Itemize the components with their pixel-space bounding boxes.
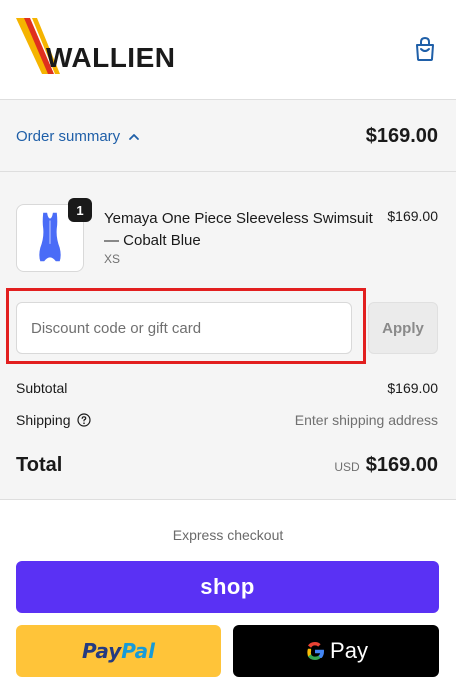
- order-summary-toggle[interactable]: Order summary: [16, 128, 140, 145]
- product-name: Yemaya One Piece Sleeveless Swimsuit — C…: [104, 210, 373, 249]
- quantity-badge: 1: [68, 198, 92, 222]
- brand-logo[interactable]: WALLIEN: [16, 12, 186, 80]
- subtotal-value: $169.00: [387, 380, 438, 396]
- total-label: Total: [16, 454, 63, 476]
- apply-discount-button[interactable]: Apply: [368, 302, 438, 354]
- product-price: $169.00: [387, 208, 438, 224]
- subtotal-row: Subtotal $169.00: [16, 380, 438, 396]
- currency-code: USD: [334, 460, 360, 474]
- total-value: $169.00: [365, 454, 438, 476]
- shopping-bag-icon[interactable]: [414, 36, 436, 62]
- express-checkout-title: Express checkout: [172, 527, 284, 543]
- paypal-logo-part2: Pal: [121, 639, 156, 663]
- order-summary-bar[interactable]: Order summary $169.00: [0, 100, 456, 172]
- shipping-label: Shipping: [16, 412, 71, 428]
- google-pay-label: Pay: [330, 638, 368, 663]
- discount-code-input[interactable]: [16, 302, 352, 354]
- shipping-label-group: Shipping: [16, 412, 91, 428]
- total-value-group: USD $169.00: [334, 454, 438, 477]
- site-header: WALLIEN: [0, 0, 456, 100]
- shipping-value: Enter shipping address: [294, 412, 438, 428]
- product-variant: XS: [104, 252, 121, 266]
- subtotal-label: Subtotal: [16, 380, 68, 396]
- chevron-up-icon: [129, 133, 140, 140]
- google-g-icon: [307, 642, 325, 660]
- paypal-button[interactable]: PayPal: [16, 625, 221, 677]
- shop-pay-button[interactable]: shop: [16, 561, 439, 613]
- order-summary-total: $169.00: [365, 125, 438, 147]
- shipping-row: Shipping Enter shipping address: [16, 412, 438, 428]
- order-summary-label: Order summary: [16, 128, 121, 145]
- help-circle-icon[interactable]: [76, 413, 91, 427]
- brand-wordmark: WALLIEN: [46, 42, 176, 73]
- order-summary-panel: 1 Yemaya One Piece Sleeveless Swimsuit —…: [0, 172, 456, 500]
- google-pay-button[interactable]: Pay: [233, 625, 439, 677]
- paypal-logo-part1: Pay: [81, 639, 122, 663]
- total-row: Total USD $169.00: [16, 454, 438, 477]
